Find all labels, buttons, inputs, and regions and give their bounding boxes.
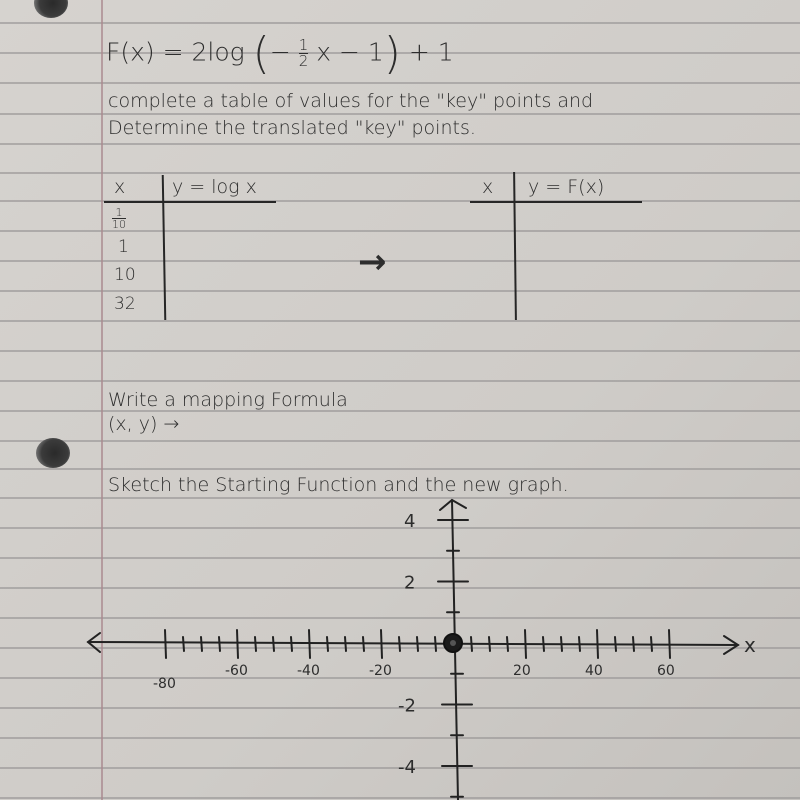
x-minor-tick [218,636,221,652]
x-tick-label: 20 [513,663,531,679]
x-major-tick [668,629,671,659]
x-minor-tick [434,636,437,652]
x-tick-label: -40 [297,663,320,679]
x-minor-tick [326,636,329,652]
x-tick-label: 40 [585,663,603,679]
x-tick-label: 60 [657,663,675,679]
x-major-tick [308,629,311,659]
x-minor-tick [470,636,473,652]
x-major-tick [164,629,167,659]
x-minor-tick [272,636,275,652]
x-minor-tick [416,636,419,652]
y-tick-label: 4 [404,511,415,532]
notebook-paper: F(x) = 2log (− 1 2 x − 1) + 1 complete a… [0,0,800,800]
x-minor-tick [362,636,365,652]
x-minor-tick [650,636,653,652]
x-minor-tick [398,636,401,652]
x-minor-tick [200,636,203,652]
x-major-tick [236,629,239,659]
x-minor-tick [560,636,563,652]
x-minor-tick [344,636,347,652]
origin-point-center [450,640,456,646]
x-tick-label: -80 [153,676,176,692]
x-axis [87,641,739,646]
x-minor-tick [290,636,293,652]
x-major-tick [596,629,599,659]
x-tick-label: -60 [225,663,248,679]
x-minor-tick [182,636,185,652]
y-tick-label: -4 [398,757,416,778]
x-major-tick [380,629,383,659]
coordinate-plane: x -80 -60 -40 -20 20 40 60 4 2 -2 -4 [86,498,756,800]
x-minor-tick [542,636,545,652]
x-minor-tick [254,636,257,652]
x-axis-label: x [744,633,756,657]
y-tick-label: -2 [398,696,416,717]
x-major-tick [524,629,527,659]
x-minor-tick [506,636,509,652]
x-minor-tick [632,636,635,652]
x-minor-tick [578,636,581,652]
x-minor-tick [614,636,617,652]
y-tick-label: 2 [404,573,415,594]
x-minor-tick [488,636,491,652]
axes: x -80 -60 -40 -20 20 40 60 4 2 -2 -4 [86,498,756,800]
x-tick-label: -20 [369,663,392,679]
